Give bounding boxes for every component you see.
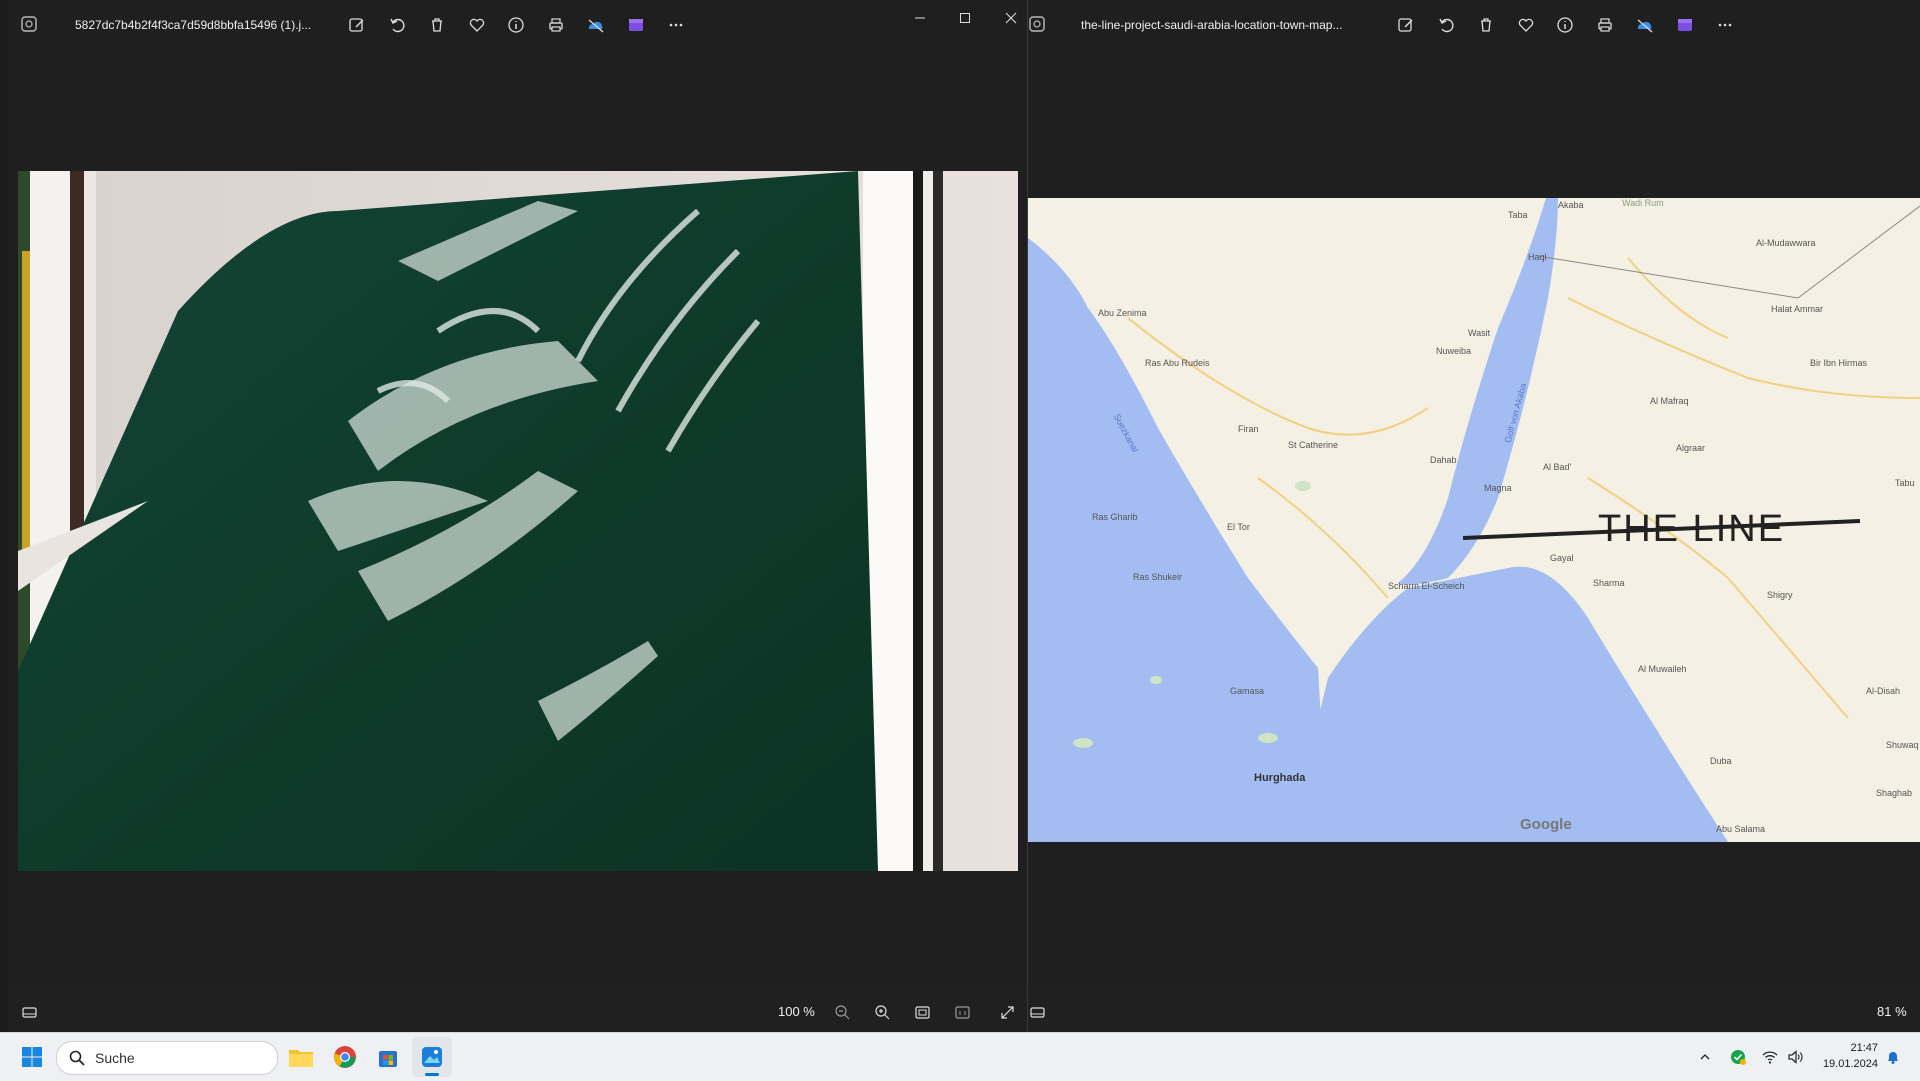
fullscreen-icon[interactable] xyxy=(996,1001,1018,1023)
zoom-level: 100 % xyxy=(778,1004,815,1019)
minimize-button[interactable] xyxy=(900,6,940,30)
map-label: Wasit xyxy=(1468,328,1491,338)
search-icon xyxy=(69,1050,85,1066)
photos-window-left: 5827dc7b4b2f4f3ca7d59d8bbfa15496 (1).j..… xyxy=(8,0,1028,1032)
map-label: Ras Gharib xyxy=(1092,512,1138,522)
filmstrip-icon[interactable] xyxy=(1028,1001,1048,1023)
map-label: Taba xyxy=(1508,210,1528,220)
store-icon[interactable] xyxy=(368,1037,408,1077)
map-label: Firan xyxy=(1238,424,1259,434)
map-label: Al-Mudawwara xyxy=(1756,238,1816,248)
map-label: Abu Salama xyxy=(1716,824,1766,834)
fit-window-icon[interactable] xyxy=(911,1001,933,1023)
title-bar[interactable]: 5827dc7b4b2f4f3ca7d59d8bbfa15496 (1).j..… xyxy=(8,0,1027,50)
search-box[interactable]: Suche xyxy=(56,1041,278,1075)
file-name: 5827dc7b4b2f4f3ca7d59d8bbfa15496 (1).j..… xyxy=(75,18,312,32)
filmstrip-icon[interactable] xyxy=(18,1001,40,1023)
delete-icon[interactable] xyxy=(425,13,449,37)
map-label: Al Bad' xyxy=(1543,462,1572,472)
map-label: Abu Zenima xyxy=(1098,308,1147,318)
title-bar[interactable]: the-line-project-saudi-arabia-location-t… xyxy=(1028,0,1920,50)
map-label: St Catherine xyxy=(1288,440,1339,450)
clock-time[interactable]: 21:47 xyxy=(1800,1042,1878,1054)
flag-photo xyxy=(18,171,1018,871)
print-icon[interactable] xyxy=(1593,13,1617,37)
status-bar: 100 % xyxy=(8,990,1027,1032)
map-label: Shuwaq xyxy=(1886,740,1919,750)
clipchamp-icon[interactable] xyxy=(624,13,648,37)
photos-app-icon xyxy=(21,16,37,32)
map-label: Al Mafraq xyxy=(1650,396,1689,406)
info-icon[interactable] xyxy=(504,13,528,37)
photos-app-icon xyxy=(1029,16,1045,32)
map-label: Akaba xyxy=(1558,200,1584,210)
map-label: Shigry xyxy=(1767,590,1793,600)
status-bar: 81 % xyxy=(1028,990,1920,1032)
map-label: Hurghada xyxy=(1254,772,1306,784)
map-image: THE LINE Google Akaba Taba Wadi Rum Al-M… xyxy=(1028,198,1920,842)
favorite-icon[interactable] xyxy=(1514,13,1538,37)
maximize-button[interactable] xyxy=(945,6,985,30)
edit-icon[interactable] xyxy=(345,13,369,37)
clock-date[interactable]: 19.01.2024 xyxy=(1800,1058,1878,1070)
zoom-out-icon[interactable] xyxy=(831,1001,853,1023)
start-button[interactable] xyxy=(12,1037,52,1077)
photos-taskbar-icon[interactable] xyxy=(412,1037,452,1077)
map-label: Al-Disah xyxy=(1866,686,1901,696)
map-label: Nuweiba xyxy=(1436,346,1472,356)
zoom-in-icon[interactable] xyxy=(871,1001,893,1023)
map-label: Ras Abu Rudeis xyxy=(1145,358,1210,368)
close-button[interactable] xyxy=(991,6,1027,30)
rotate-icon[interactable] xyxy=(1434,13,1458,37)
map-label: Magna xyxy=(1484,483,1512,493)
map-label: Tabu xyxy=(1895,478,1915,488)
map-label: Bir Ibn Hirmas xyxy=(1810,358,1868,368)
onedrive-icon[interactable] xyxy=(1633,13,1657,37)
map-label: Wadi Rum xyxy=(1622,198,1664,208)
map-label: Ras Shukeir xyxy=(1133,572,1183,582)
chrome-icon[interactable] xyxy=(325,1037,365,1077)
print-icon[interactable] xyxy=(544,13,568,37)
map-label: Sharma xyxy=(1593,578,1625,588)
zoom-level: 81 % xyxy=(1877,1004,1907,1019)
clipchamp-icon[interactable] xyxy=(1673,13,1697,37)
map-label: Halat Ammar xyxy=(1771,304,1824,314)
delete-icon[interactable] xyxy=(1474,13,1498,37)
more-icon[interactable] xyxy=(1713,13,1737,37)
onedrive-icon[interactable] xyxy=(584,13,608,37)
map-label: Scharm El-Scheich xyxy=(1388,581,1465,591)
file-name: the-line-project-saudi-arabia-location-t… xyxy=(1081,18,1343,32)
rotate-icon[interactable] xyxy=(385,13,409,37)
actual-size-icon[interactable] xyxy=(951,1001,973,1023)
info-icon[interactable] xyxy=(1553,13,1577,37)
more-icon[interactable] xyxy=(664,13,688,37)
overlay-title: THE LINE xyxy=(1598,508,1786,550)
photos-window-right: the-line-project-saudi-arabia-location-t… xyxy=(1028,0,1920,1032)
map-label: El Tor xyxy=(1227,522,1250,532)
map-label: Gamasa xyxy=(1230,686,1265,696)
notification-bell-icon[interactable] xyxy=(1873,1037,1913,1077)
map-label: Haql xyxy=(1528,252,1547,262)
map-label: Duba xyxy=(1710,756,1732,766)
active-indicator xyxy=(425,1073,439,1076)
map-label: Shaghab xyxy=(1876,788,1913,798)
taskbar: Suche 21:47 19.01.2024 xyxy=(0,1032,1920,1081)
search-placeholder: Suche xyxy=(95,1050,135,1066)
map-label: Al Muwaileh xyxy=(1638,664,1687,674)
map-attribution: Google xyxy=(1520,816,1572,833)
map-label: Gayal xyxy=(1550,553,1574,563)
favorite-icon[interactable] xyxy=(465,13,489,37)
map-label: Algraar xyxy=(1676,443,1706,453)
edit-icon[interactable] xyxy=(1394,13,1418,37)
file-explorer-icon[interactable] xyxy=(281,1037,321,1077)
map-label: Dahab xyxy=(1430,455,1457,465)
